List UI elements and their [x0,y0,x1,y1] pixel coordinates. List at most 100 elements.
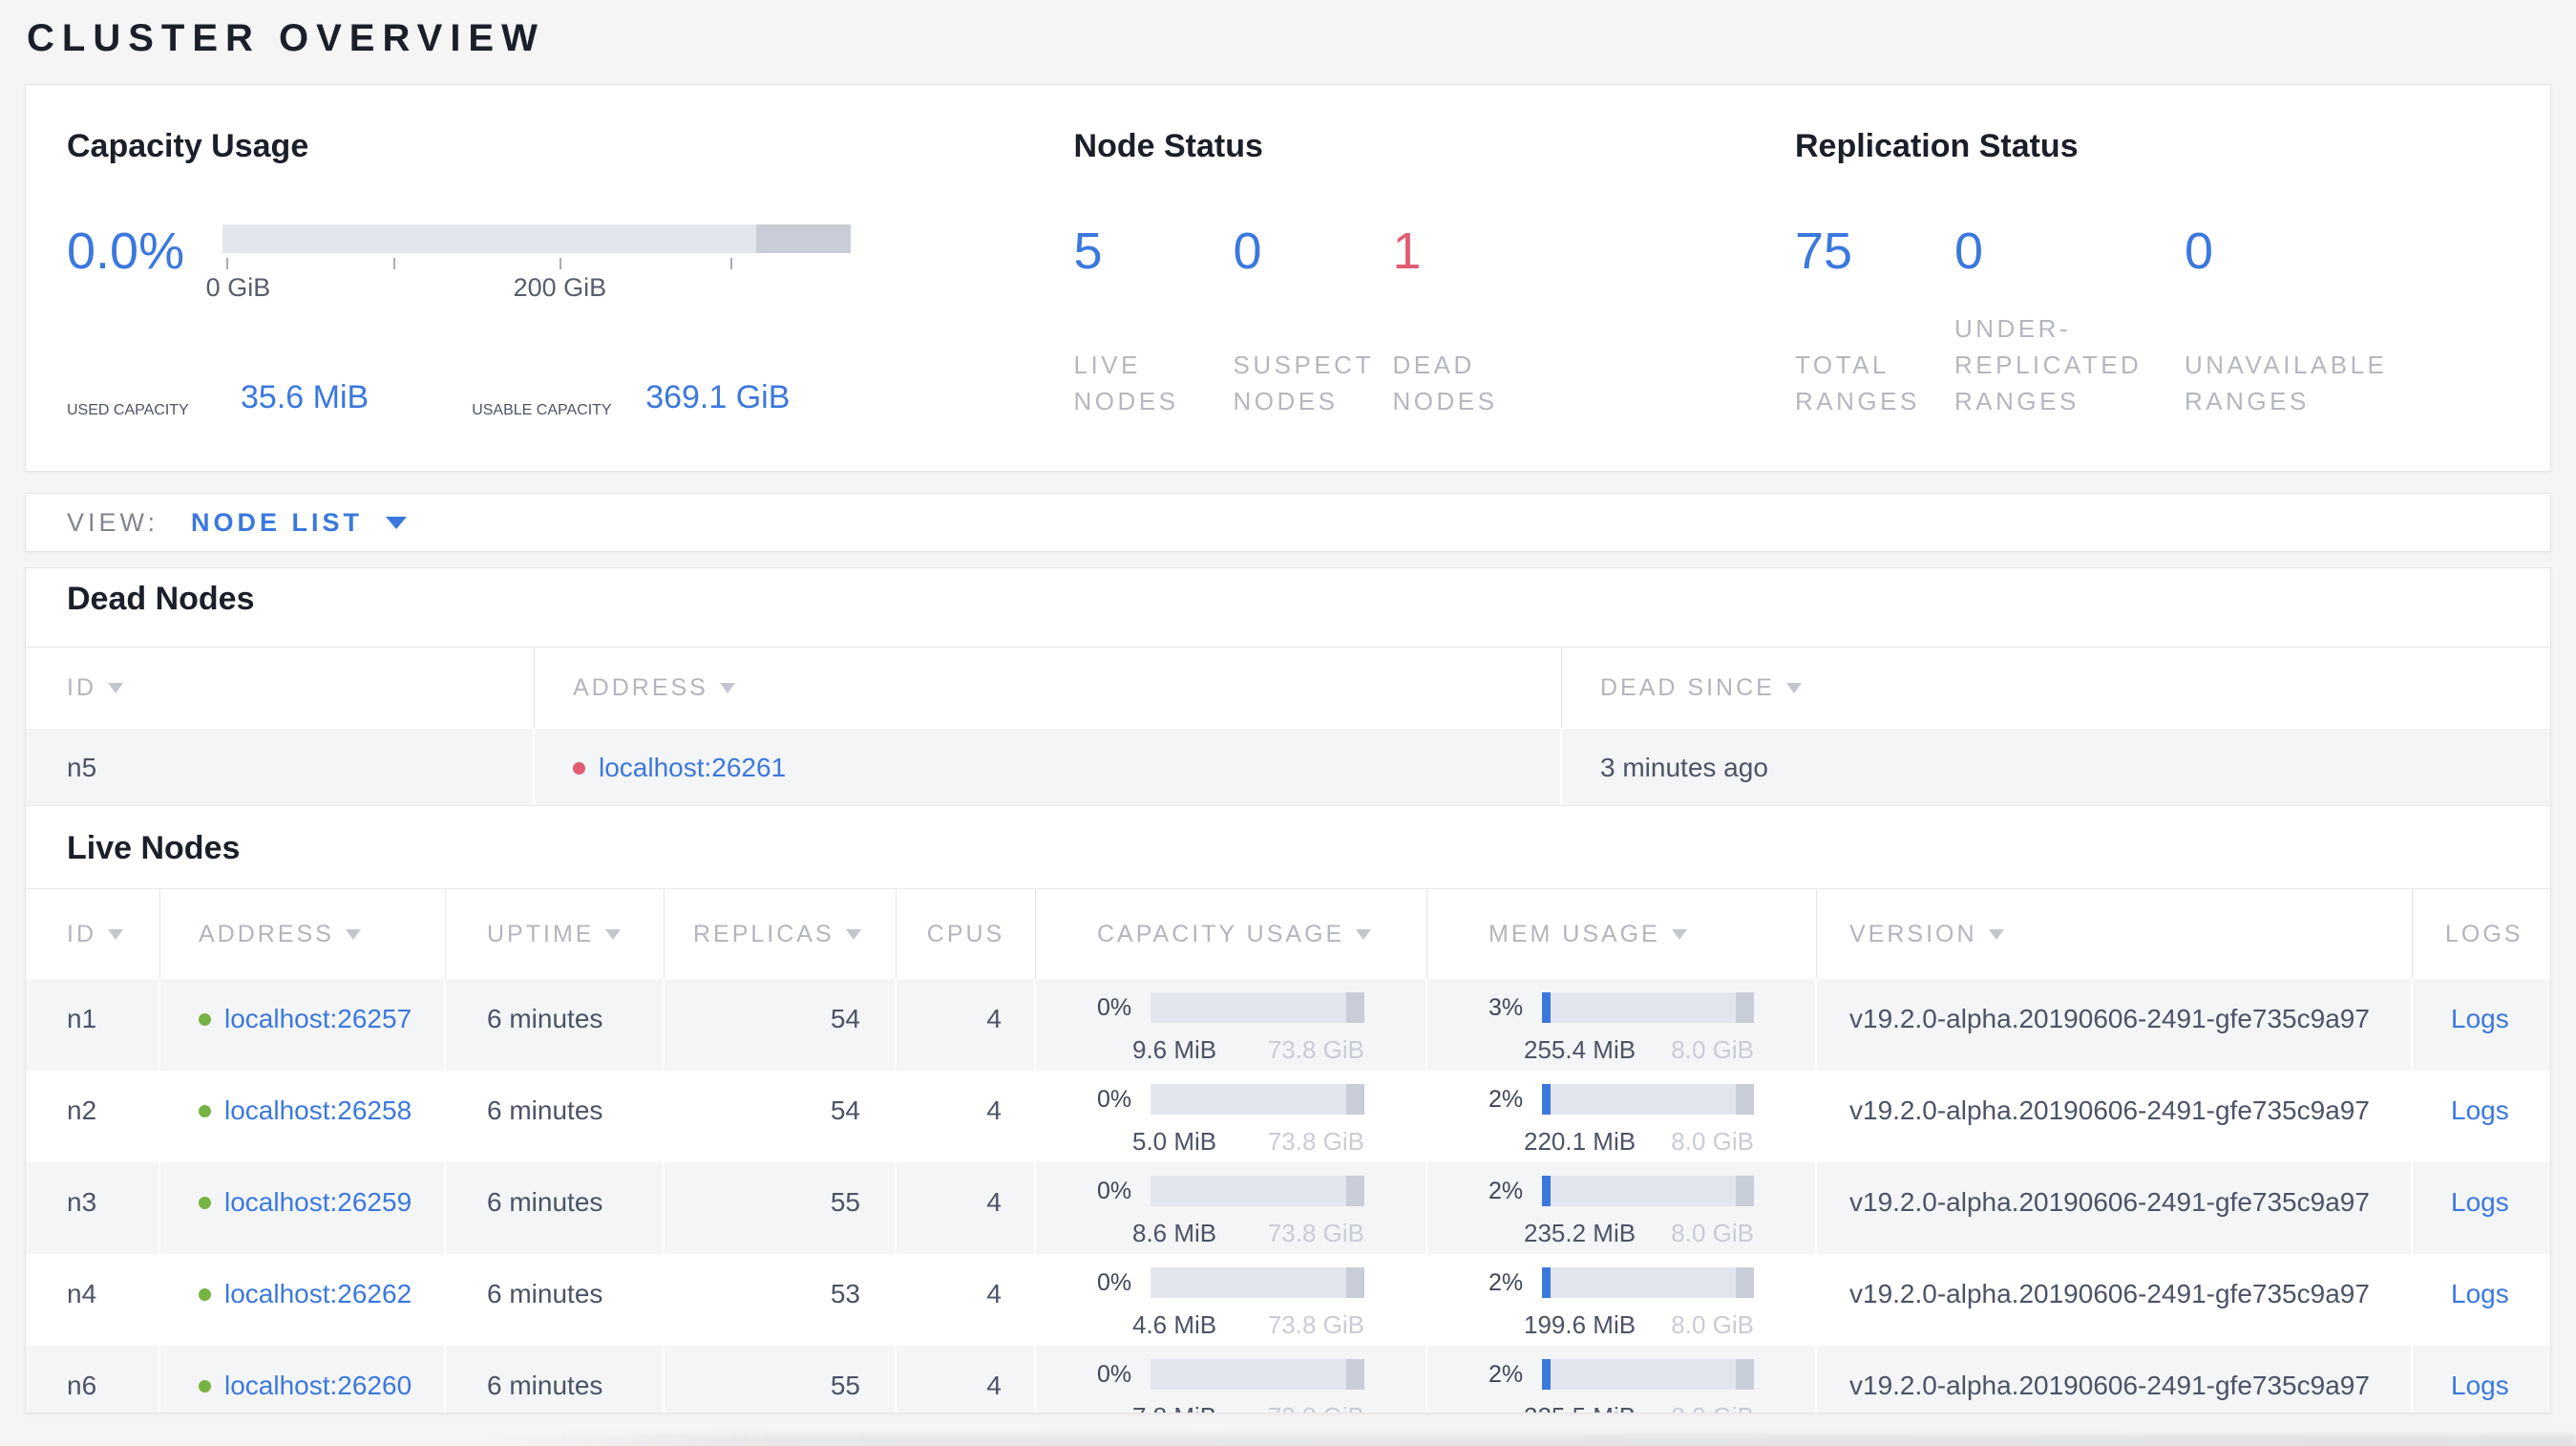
node-version: v19.2.0-alpha.20190606-2491-gfe735c9a97 [1817,1254,2413,1346]
unavailable-ranges-label: UNAVAILABLE RANGES [2185,351,2388,415]
node-address-link[interactable]: localhost:26258 [224,1095,412,1125]
node-uptime: 6 minutes [446,979,665,1071]
unavailable-ranges-count: 0 [2185,223,2214,280]
sort-caret-icon [845,928,861,940]
mem-mini-bar [1542,1267,1754,1298]
used-capacity-stat: USED CAPACITY 35.6 MiB [67,379,369,419]
view-selected-option[interactable]: NODE LIST [191,508,363,538]
logs-link[interactable]: Logs [2451,1095,2509,1125]
live-col-header-id[interactable]: ID [26,889,160,979]
suspect-nodes-count: 0 [1233,223,1262,280]
node-id: n6 [26,1346,160,1413]
replication-status-panel: Replication Status 75 TOTAL RANGES 0 UND… [1795,127,2509,419]
logs-link[interactable]: Logs [2451,1004,2509,1033]
capacity-axis-label-200: 200 GiB [513,273,607,302]
dead-col-header-address[interactable]: ADDRESS [535,648,1562,729]
live-col-header-version[interactable]: VERSION [1817,889,2413,979]
node-address-link[interactable]: localhost:26257 [224,1004,412,1033]
live-nodes-count: 5 [1073,223,1103,280]
summary-card: Capacity Usage 0.0% 0 GiB 200 GiB USED C… [25,84,2551,472]
logs-link[interactable]: Logs [2451,1187,2509,1217]
live-status-dot-icon [199,1197,211,1209]
live-node-row: n4 localhost:26262 6 minutes 53 4 0% 4.6… [26,1254,2550,1346]
logs-link[interactable]: Logs [2451,1371,2509,1400]
replication-status-title: Replication Status [1795,128,2079,164]
dead-col-header-dead-since[interactable]: DEAD SINCE [1562,648,2550,729]
total-ranges-count: 75 [1795,223,1853,280]
node-cpus: 4 [897,1071,1036,1162]
node-replicas: 53 [665,1254,897,1346]
total-ranges-label: TOTAL RANGES [1795,351,1920,415]
suspect-nodes-label: SUSPECT NODES [1233,351,1374,415]
cluster-overview-page: CLUSTER OVERVIEW Capacity Usage 0.0% 0 G… [0,15,2576,1446]
capacity-axis-ticks [222,258,851,271]
live-col-header-capacity-usage[interactable]: CAPACITY USAGE [1036,889,1427,979]
node-capacity-usage-cell: 0% 7.8 MiB73.8 GiB [1036,1346,1427,1413]
logs-link[interactable]: Logs [2451,1279,2509,1308]
suspect-nodes-stat: 0 SUSPECT NODES [1234,224,1393,419]
under-replicated-ranges-label: UNDER-REPLICATED RANGES [1954,314,2143,415]
dead-status-dot-icon [573,762,585,775]
sort-caret-icon [1785,683,1802,693]
node-address-link[interactable]: localhost:26259 [224,1187,412,1217]
live-col-header-uptime[interactable]: UPTIME [446,889,665,979]
node-mem-usage-cell: 2% 220.1 MiB 8.0 GiB [1427,1071,1817,1162]
node-id: n2 [26,1071,160,1162]
node-cpus: 4 [897,1254,1036,1346]
node-uptime: 6 minutes [446,1254,665,1346]
used-capacity-label: USED CAPACITY [67,402,189,418]
dead-nodes-table: ID ADDRESS DEAD SINCE n5 localhost:26261… [26,647,2550,806]
used-capacity-value: 35.6 MiB [241,379,370,415]
node-address-link[interactable]: localhost:26260 [224,1371,412,1400]
mem-mini-bar [1542,992,1754,1023]
capacity-mini-bar [1151,1267,1364,1298]
dead-col-header-id[interactable]: ID [26,648,535,729]
live-node-row: n1 localhost:26257 6 minutes 54 4 0% 9.6… [26,979,2550,1071]
capacity-bar-chart: 0 GiB 200 GiB [206,224,851,304]
capacity-mini-bar [1151,1359,1364,1390]
node-capacity-usage-cell: 0% 4.6 MiB 73.8 GiB [1036,1254,1427,1346]
live-col-header-mem-usage[interactable]: MEM USAGE [1427,889,1817,979]
live-status-dot-icon [199,1105,211,1117]
node-status-panel: Node Status 5 LIVE NODES 0 SUSPECT NODES… [1074,127,1795,419]
page-title: CLUSTER OVERVIEW [27,17,545,59]
sort-caret-icon [1988,928,2004,940]
live-col-header-replicas[interactable]: REPLICAS [665,889,897,979]
capacity-mini-bar [1151,1176,1364,1206]
node-id: n3 [26,1162,160,1254]
live-nodes-table: ID ADDRESS UPTIME REPLICAS CPUS CAPACITY… [26,888,2550,1413]
node-version: v19.2.0-alpha.20190606-2491-gfe735c9a97 [1817,1162,2413,1254]
sort-caret-icon [108,928,123,940]
sort-caret-icon [1356,928,1372,940]
chevron-down-icon [386,516,408,529]
sort-caret-icon [345,928,361,940]
mem-mini-bar [1542,1359,1754,1390]
node-cpus: 4 [897,1346,1036,1413]
node-address-link[interactable]: localhost:26261 [599,753,786,782]
under-replicated-ranges-stat: 0 UNDER-REPLICATED RANGES [1954,224,2185,419]
dead-since-value: 3 minutes ago [1600,753,1768,782]
node-capacity-usage-cell: 0% 5.0 MiB 73.8 GiB [1036,1071,1427,1162]
node-mem-usage-cell: 2% 225.5 MiB8.0 GiB [1427,1346,1817,1413]
sort-caret-icon [108,683,123,693]
capacity-usage-panel: Capacity Usage 0.0% 0 GiB 200 GiB USED C… [67,127,1074,419]
node-id: n1 [26,979,160,1071]
live-col-header-address[interactable]: ADDRESS [160,889,446,979]
view-selector[interactable]: VIEW: NODE LIST [25,493,2551,552]
sort-caret-icon [605,928,622,940]
node-address-link[interactable]: localhost:26262 [224,1279,412,1308]
live-nodes-rows: n1 localhost:26257 6 minutes 54 4 0% 9.6… [26,979,2550,1413]
node-status-title: Node Status [1073,128,1263,164]
dead-nodes-section-title: Dead Nodes [67,581,255,617]
dead-nodes-count: 1 [1392,223,1422,280]
live-status-dot-icon [199,1380,211,1393]
node-uptime: 6 minutes [446,1162,665,1254]
node-version: v19.2.0-alpha.20190606-2491-gfe735c9a97 [1817,979,2413,1071]
dead-node-id: n5 [26,729,535,805]
node-replicas: 54 [665,1071,897,1162]
capacity-percent: 0.0% [67,223,185,280]
live-nodes-label: LIVE NODES [1073,351,1179,415]
node-replicas: 54 [665,979,897,1071]
live-node-row: n2 localhost:26258 6 minutes 54 4 0% 5.0… [26,1071,2550,1162]
sort-caret-icon [719,683,735,693]
